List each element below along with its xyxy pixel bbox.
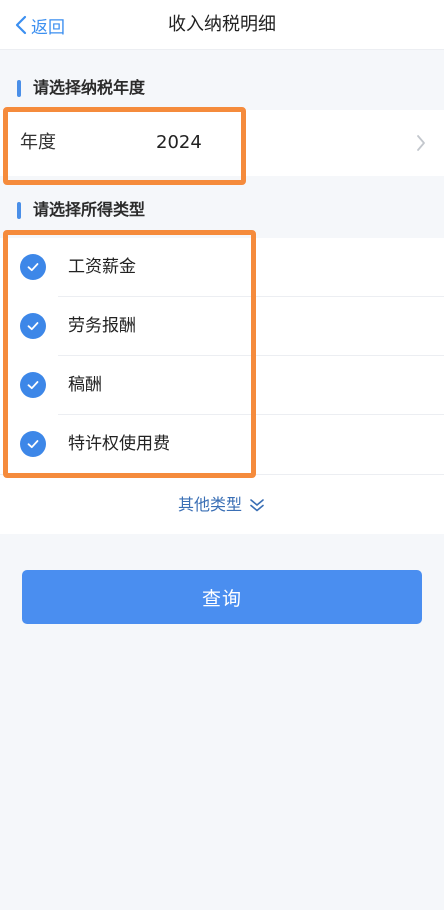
more-types-label: 其他类型 [177,494,242,514]
nav-bar: 返回 收入纳税明细 [0,0,444,50]
more-types-toggle[interactable]: 其他类型 [0,474,444,534]
type-item-label: 稿酬 [68,375,102,395]
type-item-royalty[interactable]: 稿酬 [0,356,444,415]
type-item-salary[interactable]: 工资薪金 [0,238,444,297]
year-selector[interactable]: 年度 2024 [0,110,444,176]
query-button[interactable]: 查询 [22,570,422,624]
year-section-header: 请选择纳税年度 [0,62,444,112]
type-section-title: 请选择所得类型 [33,200,146,219]
type-item-labor[interactable]: 劳务报酬 [0,297,444,356]
check-circle-icon[interactable] [20,431,46,457]
income-type-list: 工资薪金 劳务报酬 稿酬 特许权使用费 [0,238,444,474]
check-circle-icon[interactable] [20,254,46,280]
type-item-label: 特许权使用费 [68,434,170,454]
year-section-title: 请选择纳税年度 [33,78,146,97]
type-item-label: 工资薪金 [68,257,136,277]
check-circle-icon[interactable] [20,313,46,339]
type-section-header: 请选择所得类型 [0,184,444,234]
year-value: 2024 [156,132,202,153]
type-item-franchise[interactable]: 特许权使用费 [0,415,444,474]
section-accent-bar [17,80,21,97]
type-item-label: 劳务报酬 [68,316,136,336]
chevron-right-icon [417,135,425,151]
year-label: 年度 [20,132,56,153]
page-title: 收入纳税明细 [168,14,276,35]
double-chevron-down-icon [250,498,264,511]
section-accent-bar [17,202,21,219]
check-circle-icon[interactable] [20,372,46,398]
